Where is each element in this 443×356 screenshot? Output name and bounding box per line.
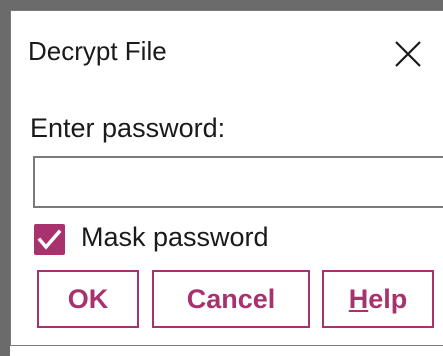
mask-password-label[interactable]: Mask password [81, 222, 269, 253]
cancel-button[interactable]: Cancel [152, 270, 310, 328]
password-prompt-label: Enter password: [30, 113, 226, 143]
background-window-left [0, 0, 10, 356]
mask-password-checkbox[interactable] [34, 224, 65, 255]
dialog-title: Decrypt File [28, 36, 167, 66]
help-label-rest: elp [368, 283, 408, 314]
help-mnemonic: H [348, 283, 369, 314]
password-input[interactable] [33, 156, 443, 208]
ok-button[interactable]: OK [37, 270, 139, 328]
close-icon[interactable] [390, 36, 426, 72]
checkmark-icon [37, 229, 62, 250]
background-window-top [0, 0, 443, 10]
help-button[interactable]: Help [322, 270, 434, 328]
